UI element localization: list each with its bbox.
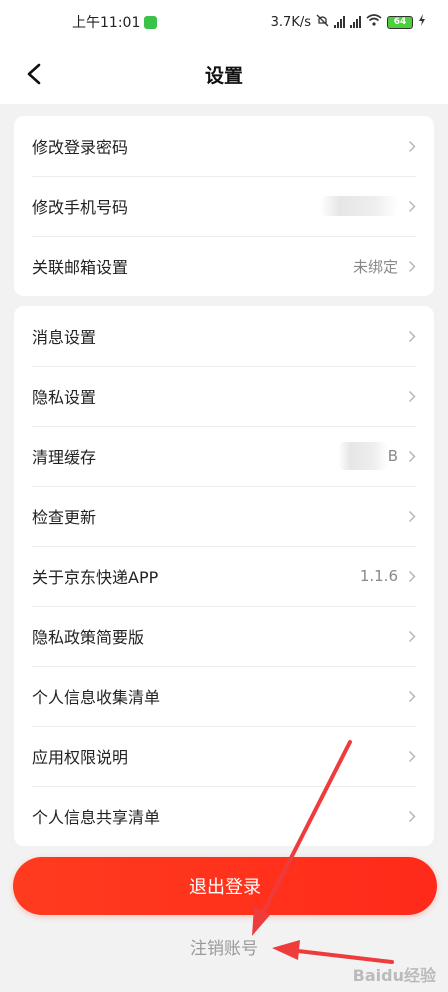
chevron-right-icon <box>408 390 416 402</box>
row-personal-info-collection[interactable]: 个人信息收集清单 <box>14 666 434 726</box>
row-label: 隐私政策简要版 <box>32 628 145 647</box>
row-label: 应用权限说明 <box>32 748 129 767</box>
status-left: 上午11:01 <box>72 12 158 32</box>
mute-icon <box>316 14 329 31</box>
row-change-password[interactable]: 修改登录密码 <box>14 116 434 176</box>
row-privacy-settings[interactable]: 隐私设置 <box>14 366 434 426</box>
chevron-left-icon <box>27 63 41 85</box>
wechat-notification-icon <box>144 15 158 29</box>
wifi-icon <box>366 14 382 30</box>
status-right: 3.7K/s 64 <box>271 14 426 31</box>
cache-size-unit: B <box>387 447 398 465</box>
row-app-permissions[interactable]: 应用权限说明 <box>14 726 434 786</box>
row-privacy-policy-summary[interactable]: 隐私政策简要版 <box>14 606 434 666</box>
watermark: Baidu经验 <box>352 966 436 985</box>
row-label: 检查更新 <box>32 508 97 527</box>
network-speed: 3.7K/s <box>270 14 311 30</box>
app-version: 1.1.6 <box>359 567 398 585</box>
signal-icon-2 <box>350 16 361 28</box>
chevron-right-icon <box>408 330 416 342</box>
chevron-right-icon <box>408 630 416 642</box>
row-label: 个人信息收集清单 <box>32 688 161 707</box>
chevron-right-icon <box>408 450 416 462</box>
row-clear-cache[interactable]: 清理缓存 B <box>14 426 434 486</box>
row-label: 修改手机号码 <box>32 198 129 217</box>
row-personal-info-sharing[interactable]: 个人信息共享清单 <box>14 786 434 846</box>
back-button[interactable] <box>20 60 48 88</box>
row-change-phone[interactable]: 修改手机号码 <box>14 176 434 236</box>
chevron-right-icon <box>408 690 416 702</box>
nav-bar: 设置 <box>0 44 448 104</box>
row-label: 个人信息共享清单 <box>32 808 161 827</box>
charging-icon <box>418 14 426 30</box>
row-label: 隐私设置 <box>32 388 97 407</box>
signal-icon-1 <box>334 16 345 28</box>
status-bar: 上午11:01 3.7K/s 64 <box>0 0 448 44</box>
row-label: 关于京东快递APP <box>32 568 159 587</box>
chevron-right-icon <box>408 140 416 152</box>
row-label: 关联邮箱设置 <box>32 258 129 277</box>
chevron-right-icon <box>408 570 416 582</box>
cancel-account-link[interactable]: 注销账号 <box>0 934 448 959</box>
row-check-update[interactable]: 检查更新 <box>14 486 434 546</box>
row-about-app[interactable]: 关于京东快递APP 1.1.6 <box>14 546 434 606</box>
status-time: 上午11:01 <box>72 15 141 31</box>
logout-button[interactable]: 退出登录 <box>13 857 437 915</box>
email-binding-status: 未绑定 <box>352 257 398 276</box>
chevron-right-icon <box>408 260 416 272</box>
redacted-phone-value <box>320 196 398 216</box>
page-title: 设置 <box>204 64 243 87</box>
battery-icon: 64 <box>387 15 413 29</box>
row-label: 清理缓存 <box>32 448 97 467</box>
row-message-settings[interactable]: 消息设置 <box>14 306 434 366</box>
general-settings-card: 消息设置 隐私设置 清理缓存 B 检查更新 关于京东快递APP 1.1.6 隐私… <box>14 306 434 846</box>
chevron-right-icon <box>408 510 416 522</box>
chevron-right-icon <box>408 750 416 762</box>
row-label: 修改登录密码 <box>32 138 129 157</box>
chevron-right-icon <box>408 810 416 822</box>
row-label: 消息设置 <box>32 328 97 347</box>
redacted-cache-size <box>337 442 388 470</box>
chevron-right-icon <box>408 200 416 212</box>
account-settings-card: 修改登录密码 修改手机号码 关联邮箱设置 未绑定 <box>14 116 434 296</box>
row-email-binding[interactable]: 关联邮箱设置 未绑定 <box>14 236 434 296</box>
